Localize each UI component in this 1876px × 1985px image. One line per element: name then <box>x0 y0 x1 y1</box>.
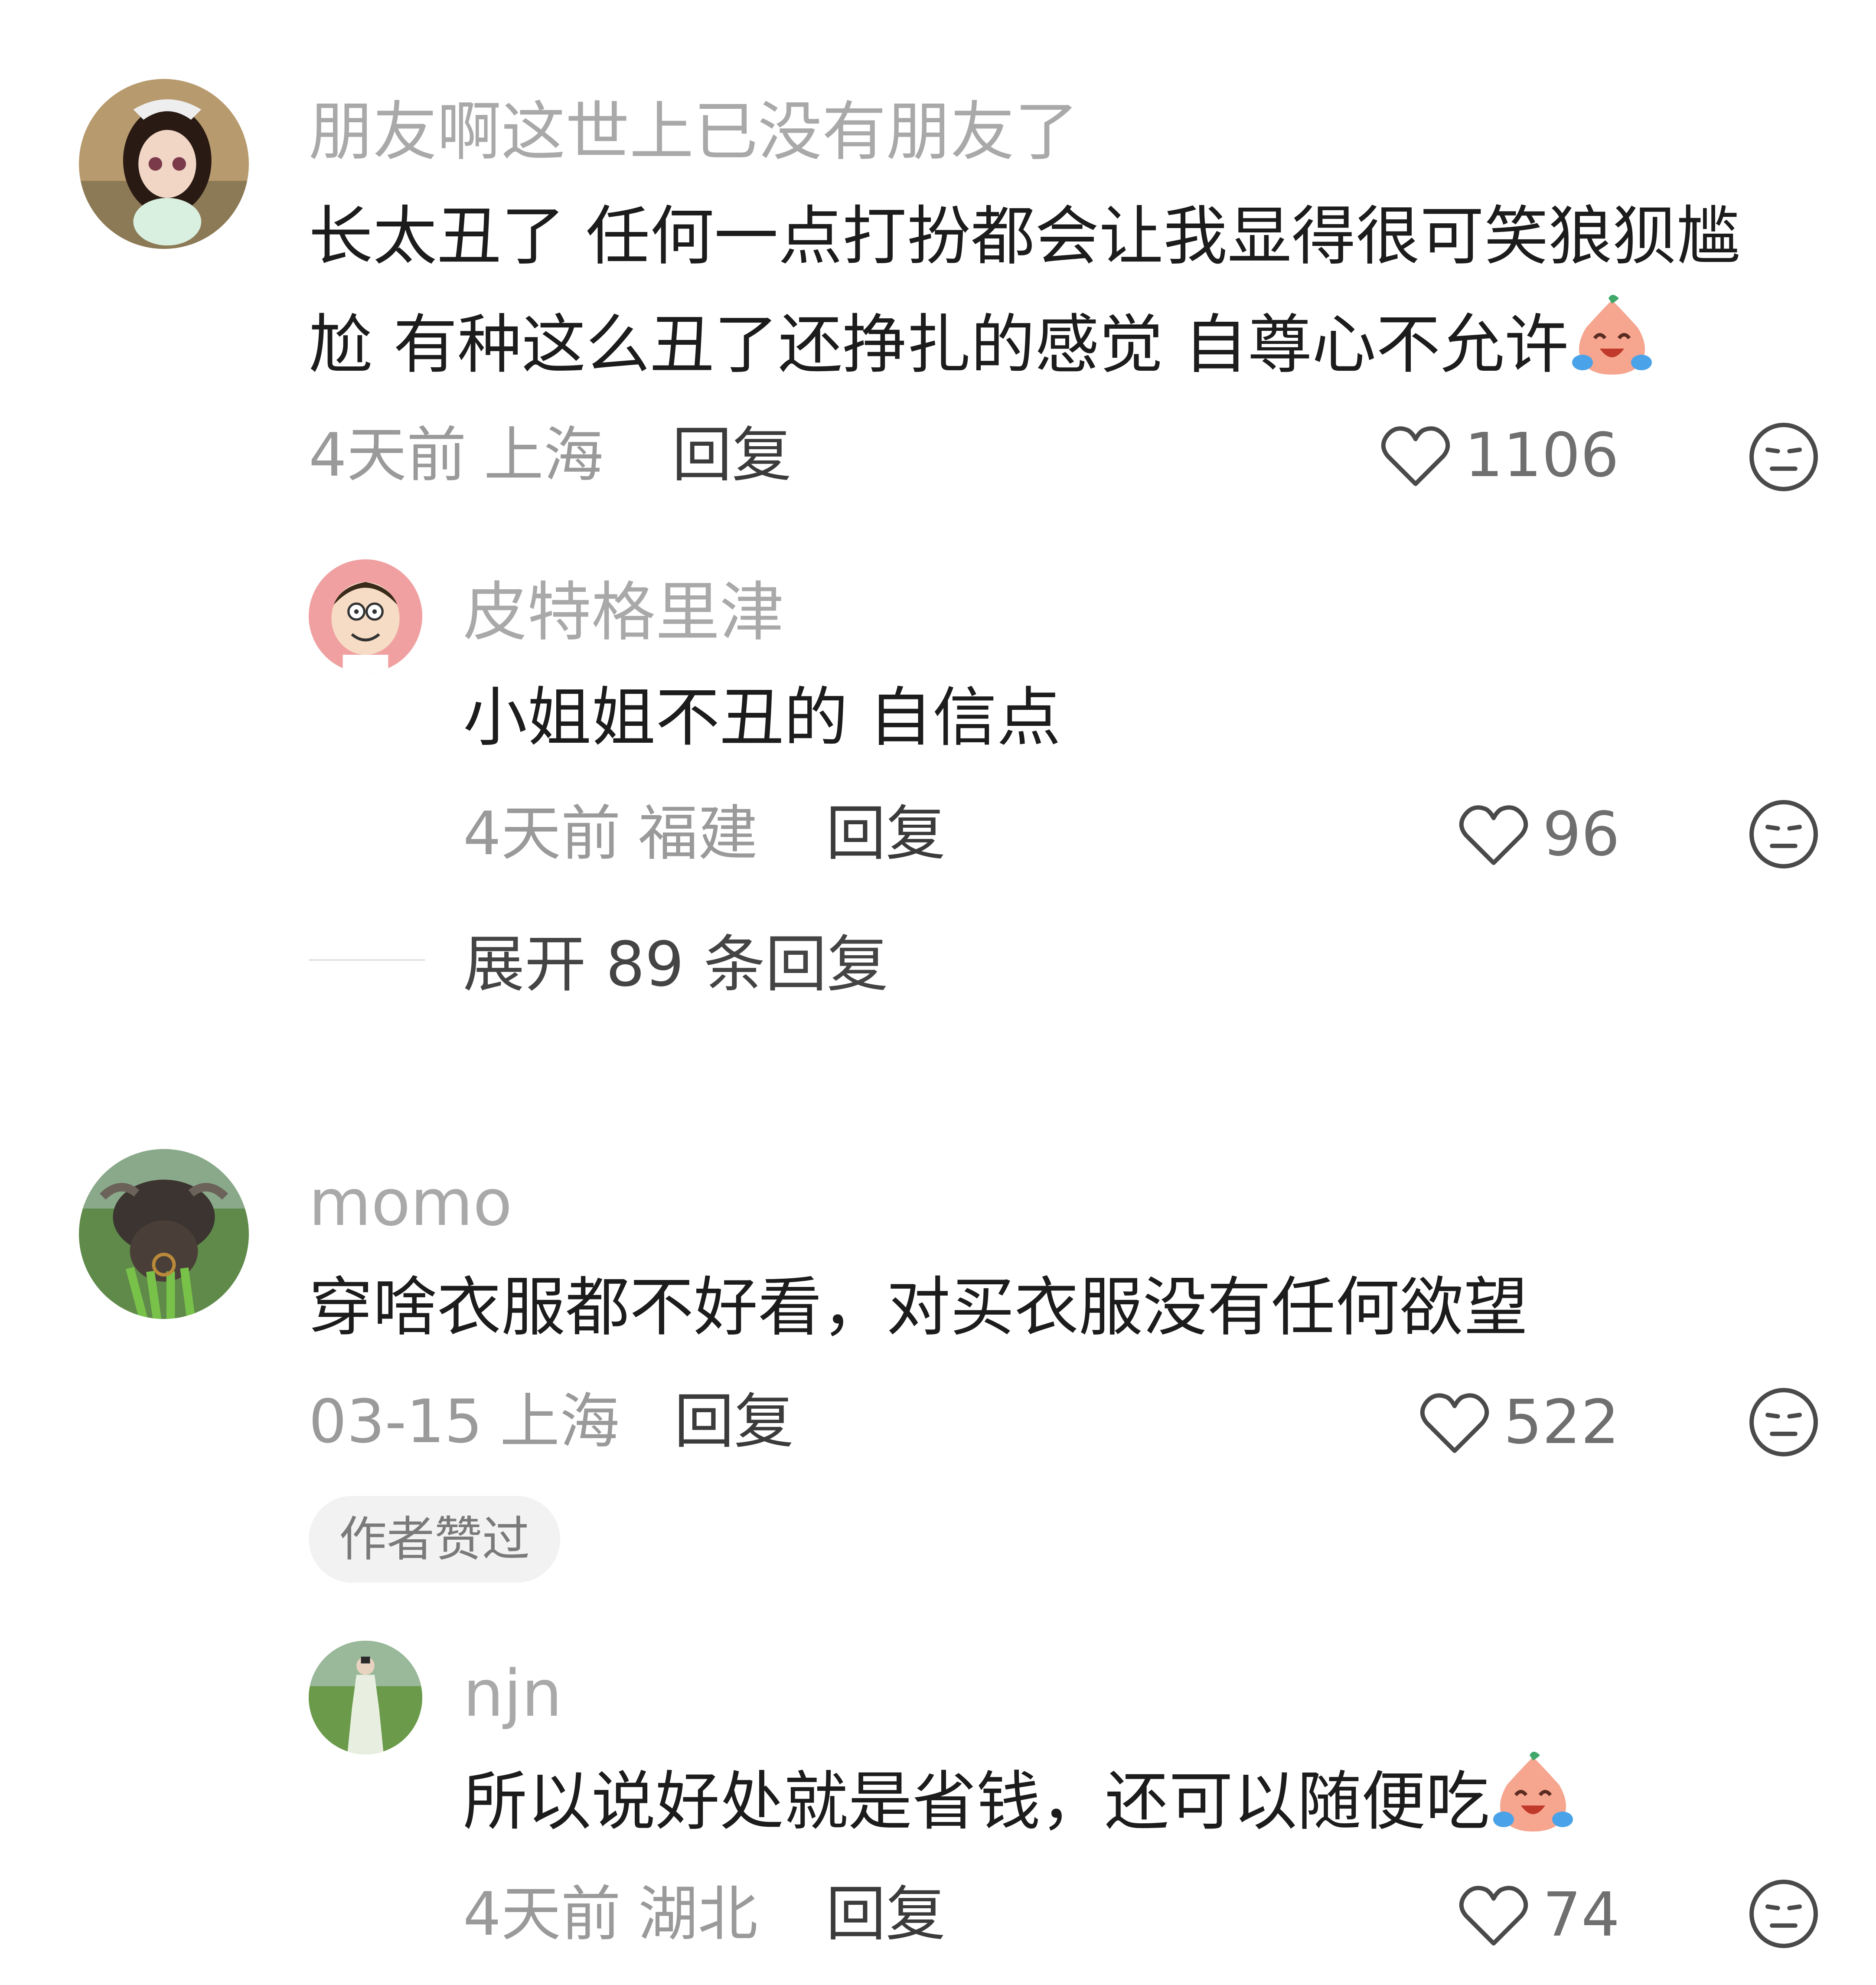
like-button[interactable]: 522 <box>1418 1386 1619 1459</box>
reply-username[interactable]: njn <box>463 1655 562 1733</box>
reply-button[interactable]: 回复 <box>826 1877 946 1951</box>
reply-time: 4天前 <box>463 1879 621 1949</box>
reply-content: 小姐姐不丑的 自信点 <box>463 680 1061 755</box>
comment-meta: 03-15 上海 <box>309 1385 620 1459</box>
expand-divider <box>309 959 425 961</box>
reply-username[interactable]: 皮特格里津 <box>463 573 784 651</box>
comment-time: 4天前 <box>309 420 467 490</box>
heart-outline-icon <box>1420 1393 1489 1453</box>
like-count: 1106 <box>1465 420 1619 491</box>
heart-outline-icon <box>1381 426 1450 486</box>
expand-replies-button[interactable]: 展开 89 条回复 <box>463 928 888 1002</box>
heart-outline-icon <box>1459 1886 1528 1946</box>
like-button[interactable]: 1106 <box>1379 419 1619 493</box>
comment-location: 上海 <box>500 1387 620 1456</box>
avatar[interactable] <box>79 1149 249 1319</box>
neutral-face-icon[interactable] <box>1747 798 1820 871</box>
reply-meta: 4天前 湖北 <box>463 1877 758 1951</box>
comment-content: 穿啥衣服都不好看，对买衣服没有任何欲望 <box>309 1270 1528 1345</box>
comment-content-line: 长太丑了 任何一点打扮都会让我显得很可笑狼狈尴 <box>309 199 1741 274</box>
reply-meta: 4天前 福建 <box>463 797 758 871</box>
like-button[interactable]: 96 <box>1457 798 1629 872</box>
like-count: 74 <box>1543 1880 1620 1950</box>
crying-laughing-emoji-icon <box>1569 293 1655 380</box>
comment-content-line: 尬 有种这么丑了还挣扎的感觉 自尊心不允许 <box>309 307 1569 382</box>
comment-username[interactable]: 朋友啊这世上已没有朋友了 <box>309 93 1079 171</box>
comment-location: 上海 <box>483 420 604 490</box>
reply-time: 4天前 <box>463 799 621 868</box>
reply-location: 福建 <box>638 799 758 868</box>
reply-button[interactable]: 回复 <box>826 797 946 871</box>
heart-outline-icon <box>1459 805 1528 865</box>
reply-button[interactable]: 回复 <box>672 418 792 492</box>
comment-content: 尬 有种这么丑了还挣扎的感觉 自尊心不允许 <box>309 291 1655 399</box>
like-button[interactable]: 74 <box>1457 1878 1629 1952</box>
like-count: 522 <box>1504 1387 1620 1458</box>
avatar[interactable] <box>309 559 422 673</box>
reply-location: 湖北 <box>638 1879 758 1949</box>
comment-meta: 4天前 上海 <box>309 418 604 492</box>
author-liked-badge: 作者赞过 <box>309 1496 560 1583</box>
reply-content-text: 所以说好处就是省钱，还可以随便吃 <box>463 1764 1490 1839</box>
neutral-face-icon[interactable] <box>1747 421 1820 493</box>
reply-content: 所以说好处就是省钱，还可以随便吃 <box>463 1747 1576 1856</box>
neutral-face-icon[interactable] <box>1747 1877 1820 1950</box>
crying-laughing-emoji-icon <box>1490 1750 1576 1837</box>
neutral-face-icon[interactable] <box>1747 1386 1820 1459</box>
reply-button[interactable]: 回复 <box>674 1385 794 1459</box>
avatar[interactable] <box>79 79 249 249</box>
avatar[interactable] <box>309 1641 422 1754</box>
comment-username[interactable]: momo <box>309 1164 512 1242</box>
comment-content: 长太丑了 任何一点打扮都会让我显得很可笑狼狈尴 <box>309 182 1741 291</box>
like-count: 96 <box>1543 799 1620 870</box>
comment-time: 03-15 <box>309 1387 483 1456</box>
